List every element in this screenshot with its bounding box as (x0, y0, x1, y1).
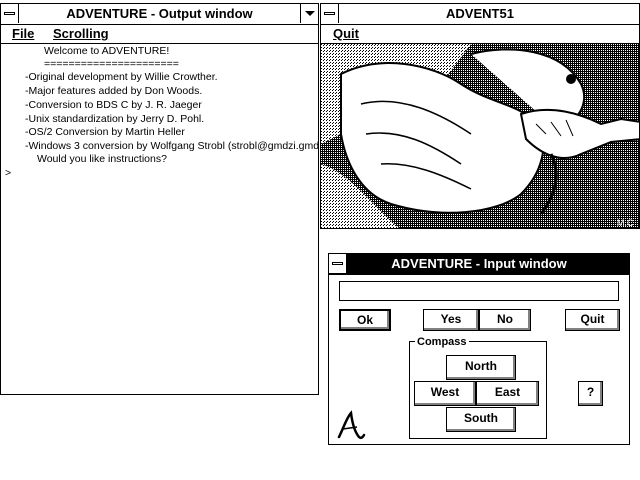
south-button[interactable]: South (446, 407, 516, 432)
output-window: ADVENTURE - Output window File Scrolling… (0, 3, 319, 395)
output-line: Would you like instructions? (37, 153, 167, 165)
input-client: Ok Yes No Quit Compass North West East S… (329, 275, 629, 444)
prompt-indicator: > (5, 167, 12, 179)
menu-quit-label: Quit (333, 26, 359, 41)
output-line: ====================== (44, 58, 179, 70)
east-button[interactable]: East (476, 381, 539, 406)
adventure-logo-icon (335, 409, 367, 441)
dragon-illustration: M.C (321, 44, 639, 228)
output-line: -Original development by Willie Crowther… (25, 71, 218, 83)
north-button-label: North (465, 359, 497, 373)
image-window-titlebar[interactable]: ADVENT51 (321, 4, 639, 25)
quit-button-label: Quit (580, 312, 605, 326)
no-button[interactable]: No (479, 309, 531, 331)
ok-button[interactable]: Ok (339, 309, 391, 331)
output-line: -OS/2 Conversion by Martin Heller (25, 126, 185, 138)
output-menubar: File Scrolling (1, 25, 318, 44)
system-menu-icon[interactable] (321, 4, 339, 23)
output-text-area[interactable]: Welcome to ADVENTURE! ==================… (1, 44, 318, 394)
menu-file-label: File (12, 26, 35, 41)
system-menu-icon[interactable] (329, 254, 347, 273)
menu-quit[interactable]: Quit (333, 26, 359, 41)
west-button-label: West (430, 385, 460, 399)
image-window-title: ADVENT51 (446, 6, 514, 21)
command-input[interactable] (339, 281, 619, 301)
output-line: Welcome to ADVENTURE! (44, 45, 170, 57)
output-line: -Major features added by Don Woods. (25, 85, 203, 97)
help-button[interactable]: ? (578, 381, 603, 406)
south-button-label: South (464, 411, 498, 425)
dragon-picture: M.C (321, 44, 639, 228)
yes-button[interactable]: Yes (423, 309, 479, 331)
menu-scrolling[interactable]: Scrolling (53, 26, 109, 41)
yes-button-label: Yes (440, 312, 462, 326)
menu-file[interactable]: File (12, 26, 34, 41)
input-window-title: ADVENTURE - Input window (391, 256, 567, 271)
output-line: -Conversion to BDS C by J. R. Jaeger (25, 99, 202, 111)
system-menu-icon[interactable] (1, 4, 19, 23)
image-window: ADVENT51 Quit M.C (320, 3, 640, 229)
north-button[interactable]: North (446, 355, 516, 380)
ok-button-label: Ok (356, 313, 373, 327)
help-button-label: ? (586, 385, 595, 399)
menu-scrolling-label: Scrolling (53, 26, 109, 41)
output-window-title: ADVENTURE - Output window (66, 6, 253, 21)
input-window: ADVENTURE - Input window Ok Yes No Quit … (328, 253, 630, 445)
output-line: -Unix standardization by Jerry D. Pohl. (25, 113, 205, 125)
image-menubar: Quit (321, 25, 639, 44)
artist-signature: M.C (617, 218, 634, 228)
quit-button[interactable]: Quit (565, 309, 620, 331)
minimize-icon[interactable] (300, 4, 318, 23)
west-button[interactable]: West (414, 381, 476, 406)
output-line: -Windows 3 conversion by Wolfgang Strobl… (25, 140, 318, 152)
east-button-label: East (494, 385, 521, 399)
input-window-titlebar[interactable]: ADVENTURE - Input window (329, 254, 629, 275)
output-window-titlebar[interactable]: ADVENTURE - Output window (1, 4, 318, 25)
no-button-label: No (497, 312, 513, 326)
compass-label: Compass (415, 336, 469, 348)
